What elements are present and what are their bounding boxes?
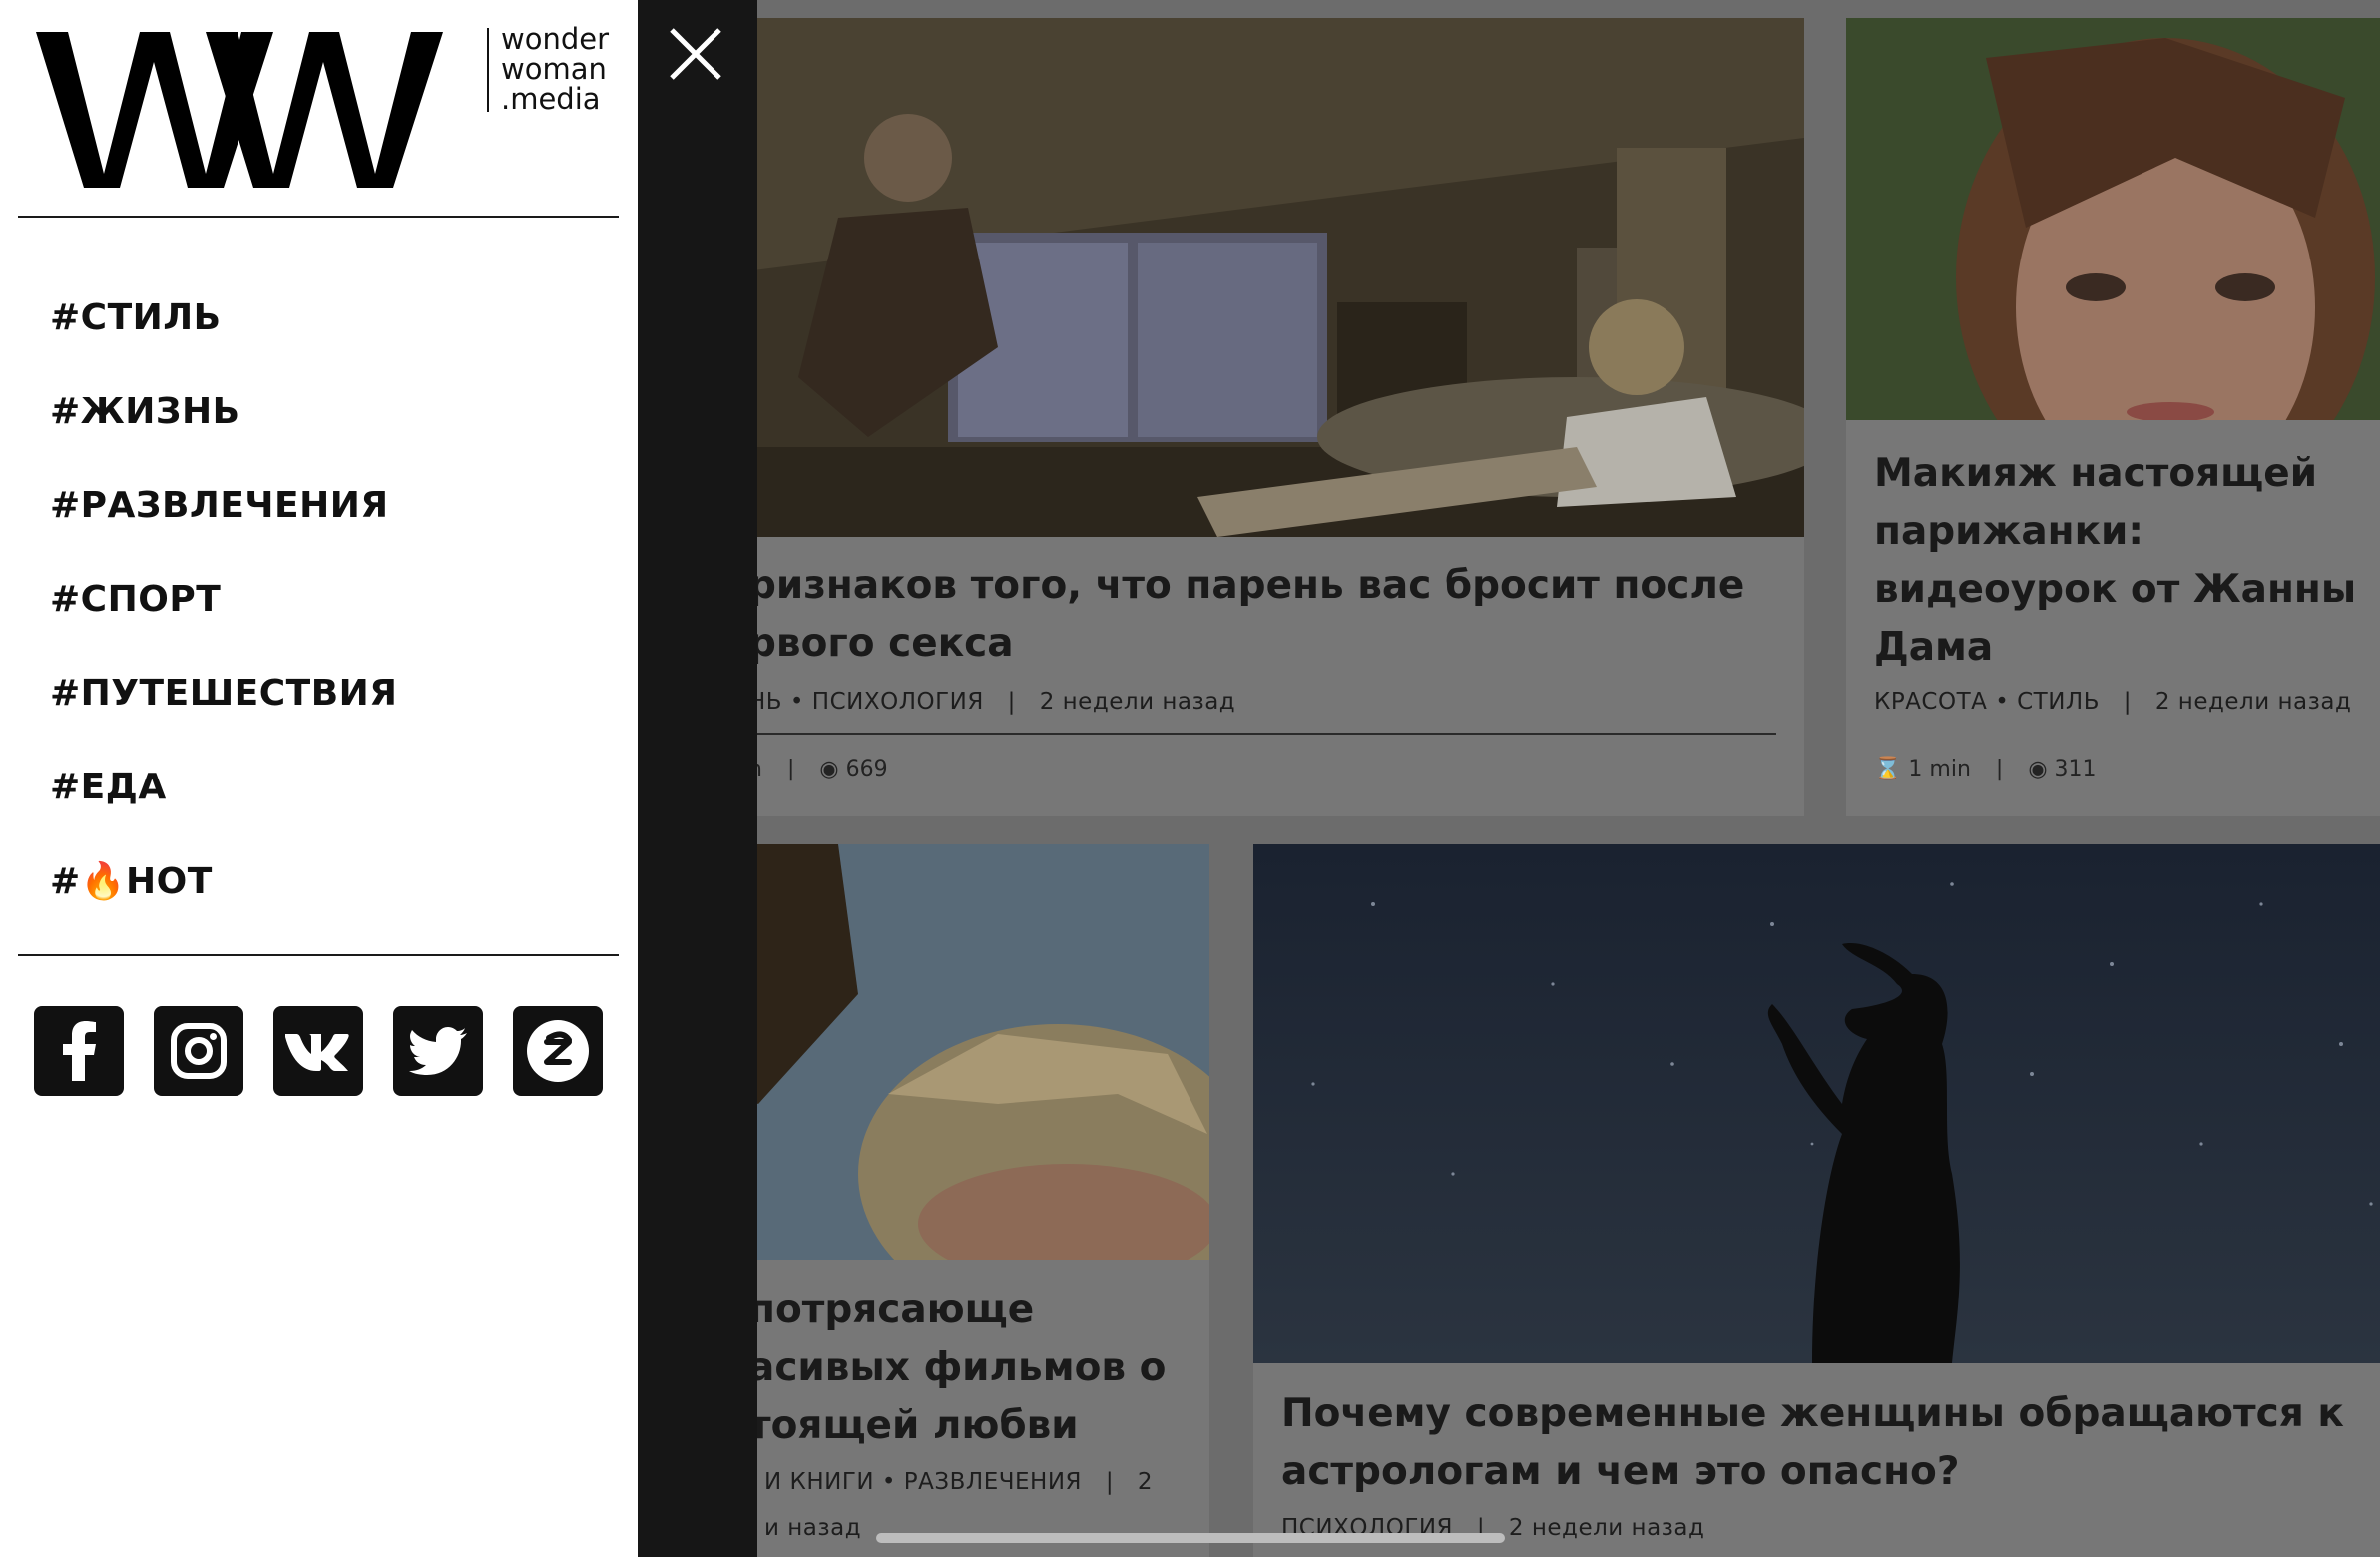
article-image[interactable]: [1253, 844, 2380, 1363]
article-title-line[interactable]: видеоурок от Жанны: [1874, 561, 2377, 619]
article-stats: n | ◉ 669: [748, 757, 888, 781]
twitter-button[interactable]: [393, 1006, 483, 1096]
menu-item-travel[interactable]: #ПУТЕШЕСТВИЯ: [50, 673, 398, 714]
read-time: 1 min: [1908, 757, 1971, 781]
card-divider: [748, 733, 1776, 735]
home-indicator[interactable]: [876, 1533, 1505, 1543]
article-title-line[interactable]: Почему современные женщины обращаются к: [1281, 1385, 2380, 1443]
hourglass-icon: ⌛: [1874, 757, 1902, 781]
side-menu: wonder woman .media #СТИЛЬ #ЖИЗНЬ #РАЗВЛ…: [0, 0, 638, 1557]
logo-line: wonder: [501, 22, 610, 56]
eye-icon: ◉: [2028, 757, 2048, 781]
close-icon: [670, 28, 721, 80]
menu-item-entertainment[interactable]: #РАЗВЛЕЧЕНИЯ: [50, 485, 389, 526]
logo-wordmark: wonder woman .media: [501, 24, 609, 114]
article-stats: ⌛ 1 min | ◉ 311: [1874, 757, 2097, 781]
view-count: 669: [845, 757, 888, 781]
article-title-line[interactable]: Дама: [1874, 619, 2377, 677]
article-card[interactable]: Макияж настоящей парижанки: видеоурок от…: [1846, 18, 2380, 816]
logo-mark: [36, 32, 443, 188]
category-link[interactable]: РАЗВЛЕЧЕНИЯ: [904, 1469, 1082, 1495]
article-image[interactable]: [699, 844, 1209, 1260]
article-time: 2: [1137, 1469, 1154, 1495]
article-title-line[interactable]: потрясающе: [748, 1282, 1182, 1339]
zen-icon: [527, 1020, 589, 1082]
facebook-icon: [63, 1021, 96, 1081]
menu-item-food[interactable]: #ЕДА: [50, 767, 167, 807]
menu-item-style[interactable]: #СТИЛЬ: [50, 297, 222, 338]
article-title-line[interactable]: ризнаков того, что парень вас бросит пос…: [748, 557, 1784, 615]
instagram-icon: [171, 1023, 227, 1079]
vk-button[interactable]: [273, 1006, 363, 1096]
zen-button[interactable]: [513, 1006, 603, 1096]
article-card[interactable]: Почему современные женщины обращаются к …: [1253, 844, 2380, 1557]
article-title-line[interactable]: тоящей любви: [748, 1397, 1182, 1455]
close-menu-button[interactable]: [666, 24, 725, 84]
article-time: 2 недели назад: [1039, 689, 1236, 715]
category-link[interactable]: И КНИГИ: [764, 1469, 874, 1495]
vk-icon: [285, 1034, 349, 1071]
instagram-button[interactable]: [154, 1006, 243, 1096]
article-time: 2 недели назад: [2154, 689, 2352, 715]
article-card[interactable]: ризнаков того, что парень вас бросит пос…: [699, 18, 1804, 816]
menu-item-hot[interactable]: #🔥HOT: [50, 860, 213, 902]
article-time: и назад: [764, 1515, 862, 1541]
menu-divider: [18, 954, 619, 956]
category-link[interactable]: СТИЛЬ: [2017, 689, 2100, 715]
article-title-line[interactable]: рвого секса: [748, 615, 1784, 673]
site-logo[interactable]: wonder woman .media: [36, 24, 615, 194]
menu-divider: [18, 216, 619, 218]
eye-icon: ◉: [819, 757, 839, 781]
logo-divider: [487, 28, 489, 112]
article-time: 2 недели назад: [1508, 1515, 1705, 1541]
menu-overlay-strip: [638, 0, 757, 1557]
logo-line: woman: [501, 52, 607, 86]
category-link[interactable]: ПСИХОЛОГИЯ: [812, 689, 984, 715]
article-title-line[interactable]: Макияж настоящей: [1874, 445, 2377, 503]
twitter-icon: [409, 1027, 467, 1075]
article-meta: И КНИГИ • РАЗВЛЕЧЕНИЯ | 2: [764, 1469, 1154, 1495]
view-count: 311: [2054, 757, 2097, 781]
menu-item-sport[interactable]: #СПОРТ: [50, 579, 221, 620]
article-title-line[interactable]: парижанки:: [1874, 503, 2377, 561]
facebook-button[interactable]: [34, 1006, 124, 1096]
menu-item-life[interactable]: #ЖИЗНЬ: [50, 391, 240, 432]
article-image[interactable]: [699, 18, 1804, 537]
article-image[interactable]: [1846, 18, 2380, 420]
article-meta: КРАСОТА • СТИЛЬ | 2 недели назад: [1874, 689, 2352, 715]
article-title-line[interactable]: асивых фильмов о: [748, 1339, 1182, 1397]
article-title-line[interactable]: астрологам и чем это опасно?: [1281, 1443, 2380, 1501]
category-link[interactable]: КРАСОТА: [1874, 689, 1987, 715]
article-meta: НЬ • ПСИХОЛОГИЯ | 2 недели назад: [748, 689, 1236, 715]
article-card[interactable]: потрясающе асивых фильмов о тоящей любви…: [699, 844, 1209, 1557]
logo-line: .media: [501, 82, 601, 116]
